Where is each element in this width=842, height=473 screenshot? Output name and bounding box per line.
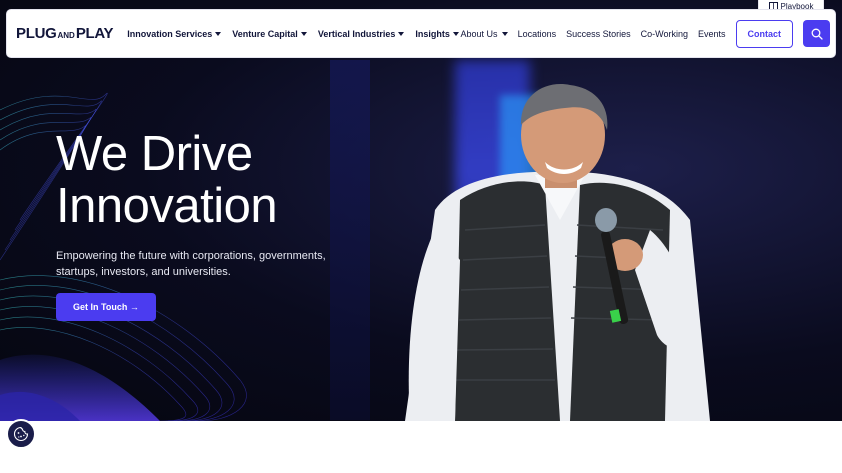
hero-title: We Drive Innovation [56, 128, 396, 232]
cookie-settings-button[interactable] [6, 419, 36, 449]
logo-text: AND [57, 31, 75, 40]
nav-success-stories[interactable]: Success Stories [566, 29, 631, 39]
hero-text: We Drive Innovation Empowering the futur… [56, 128, 396, 321]
caret-down-icon [452, 31, 459, 36]
nav-label: About Us [460, 28, 498, 39]
cookie-icon [13, 426, 29, 442]
nav-locations[interactable]: Locations [518, 29, 557, 39]
nav-label: Venture Capital [232, 28, 298, 39]
hero-section: We Drive Innovation Empowering the futur… [0, 0, 842, 421]
nav-insights[interactable]: Insights [415, 29, 459, 39]
search-button[interactable] [803, 20, 830, 47]
logo-text: PLUG [16, 25, 57, 42]
caret-down-icon [215, 31, 222, 36]
caret-down-icon [300, 31, 307, 36]
nav-label: Vertical Industries [317, 28, 396, 39]
nav-about-us[interactable]: About Us [461, 29, 508, 39]
nav-co-working[interactable]: Co-Working [641, 29, 688, 39]
plug-and-play-logo[interactable]: PLUG AND PLAY [16, 25, 114, 42]
hero-title-line: We Drive [56, 127, 253, 181]
nav-vertical-industries[interactable]: Vertical Industries [318, 29, 405, 39]
contact-button[interactable]: Contact [735, 19, 793, 48]
nav-label: Innovation Services [127, 28, 213, 39]
nav-primary-menu: Innovation Services Venture Capital Vert… [127, 29, 459, 39]
main-navigation: PLUG AND PLAY Innovation Services Venture … [6, 9, 836, 58]
search-icon [811, 28, 823, 40]
nav-venture-capital[interactable]: Venture Capital [232, 29, 307, 39]
logo-text: PLAY [75, 25, 114, 42]
hero-title-line: Innovation [56, 179, 278, 233]
nav-secondary-menu: About Us Locations Success Stories Co-Wo… [461, 19, 830, 48]
nav-innovation-services[interactable]: Innovation Services [127, 28, 222, 39]
caret-down-icon [501, 31, 508, 36]
hero-subtitle: Empowering the future with corporations,… [56, 250, 326, 278]
nav-events[interactable]: Events [698, 29, 726, 39]
speaker-photo [405, 84, 710, 421]
caret-down-icon [398, 31, 405, 36]
get-in-touch-button[interactable]: Get In Touch → [56, 293, 156, 321]
nav-label: Insights [415, 28, 450, 39]
